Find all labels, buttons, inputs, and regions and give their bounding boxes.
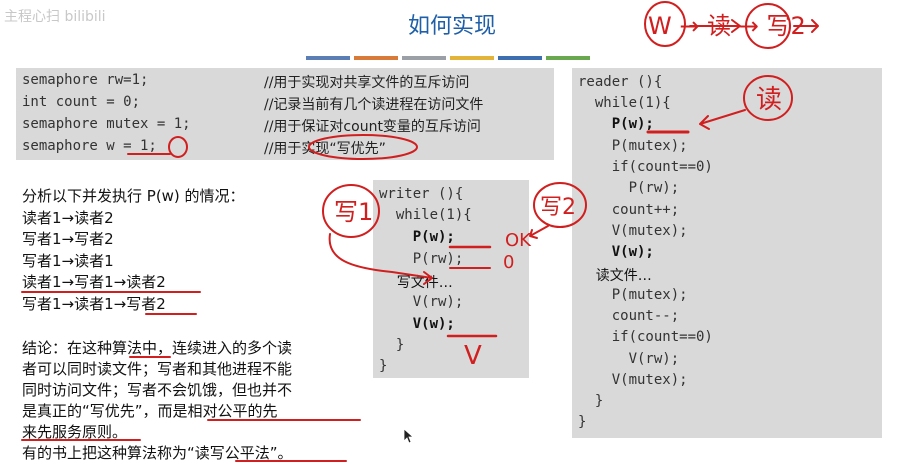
reader-code-line: if(count==0) [578,159,713,175]
writer-code-line: V(w); [379,316,455,332]
color-bar-seg-2 [402,56,446,60]
mouse-cursor-icon [403,428,415,444]
writer-code-line: } [379,337,405,353]
sem-code: semaphore rw=1; [22,72,149,88]
reader-code-line: P(mutex); [578,138,688,154]
conclusion-line: 是真正的“写优先”，而是相对公平的先 [22,402,278,420]
reader-code-line: P(rw); [578,180,680,196]
sem-code: int count = 0; [22,94,141,110]
writer-code-line: writer (){ [379,186,464,202]
color-bar-seg-3 [450,56,494,60]
writer-code-line: 写文件… [379,275,453,291]
sem-code: semaphore w = 1; [22,138,157,154]
analysis-case: 写者1→写者2 [22,230,114,248]
conclusion-line: 来先服务原则。 [22,423,128,441]
analysis-case: 读者1→写者1→读者2 [22,273,166,291]
analysis-case: 写者1→读者1 [22,251,114,270]
writer-code-line: P(w); [379,229,455,245]
reader-code-line: count--; [578,308,680,324]
reader-code-line: V(w); [578,244,654,260]
color-bar-seg-0 [306,56,350,60]
annotation-text: 写2 [540,195,576,220]
conclusion-line: 者可以同时读文件；写者和其他进程不能 [22,360,293,378]
annotation-arrow [529,225,549,239]
writer-code-line: P(rw); [379,251,464,267]
sem-code: semaphore mutex = 1; [22,116,191,132]
reader-code-box: reader (){ while(1){ P(w); P(mutex); if(… [572,68,882,438]
analysis-case: 读者1→读者2 [22,208,114,227]
reader-code-line: } [578,393,604,409]
reader-code-line: V(mutex); [578,223,688,239]
sem-comment: //用于实现“写优先” [264,141,386,157]
analysis-block: 分析以下并发执行 P(w) 的情况： 读者1→读者2 写者1→写者2 写者1→读… [22,186,245,315]
semaphore-declarations: semaphore rw=1; //用于实现对共享文件的互斥访问 int cou… [16,68,554,160]
reader-code-line: V(mutex); [578,372,688,388]
conclusion-line: 有的书上把这种算法称为“读写公平法”。 [22,444,293,462]
writer-code-line: while(1){ [379,207,472,223]
reader-code-line: count++; [578,202,680,218]
reader-code-line: V(rw); [578,351,680,367]
analysis-case: 写者1→读者1→写者2 [22,294,166,313]
color-bar-seg-1 [354,56,398,60]
reader-code-line: if(count==0) [578,329,713,345]
reader-code-line: } [578,414,587,430]
reader-code-line: P(mutex); [578,287,688,303]
sem-comment: //用于保证对count变量的互斥访问 [264,119,481,135]
color-bar-seg-5 [546,56,590,60]
conclusion-line: 同时访问文件；写者不会饥饿，但也并不 [22,381,293,399]
sem-comment: //记录当前有几个读进程在访问文件 [264,97,484,113]
annotation-circle [322,184,380,238]
writer-code-line: V(rw); [379,294,464,310]
analysis-heading: 分析以下并发执行 P(w) 的情况： [22,187,245,205]
writer-code-line: } [379,358,388,374]
reader-code-line: reader (){ [578,74,663,90]
reader-code-line: 读文件… [578,268,652,284]
sem-comment: //用于实现对共享文件的互斥访问 [264,75,470,91]
color-bar-seg-4 [498,56,542,60]
writer-code-box: writer (){ while(1){ P(w); P(rw); 写文件… V… [373,180,529,378]
conclusion-block: 结论：在这种算法中，连续进入的多个读 者可以同时读文件；写者和其他进程不能 同时… [22,338,352,464]
reader-code-line: while(1){ [578,95,671,111]
annotation-text: 写1 [334,198,373,226]
reader-code-line: P(w); [578,116,654,132]
slide-title: 如何实现 [407,14,496,39]
conclusion-line: 结论：在这种算法中，连续进入的多个读 [22,339,293,357]
